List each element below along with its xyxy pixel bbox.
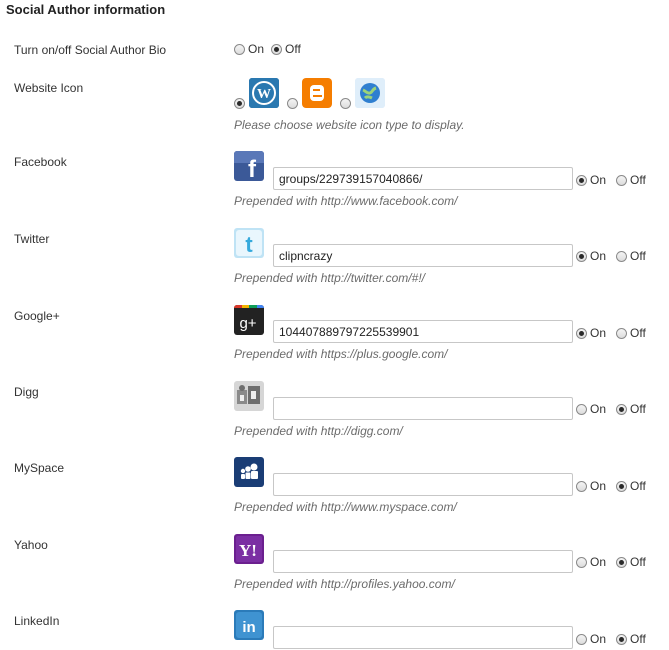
bio-on-radio[interactable] [234, 43, 245, 55]
facebook-on-option[interactable]: On [576, 173, 606, 187]
digg-off-option[interactable]: Off [616, 402, 646, 416]
facebook-on-label: On [590, 173, 607, 187]
myspace-hint: Prepended with http://www.myspace.com/ [234, 500, 457, 514]
twitter-on-radio[interactable] [576, 250, 587, 262]
twitter-label: Twitter [14, 232, 50, 246]
bio-off-label: Off [285, 42, 301, 56]
twitter-field[interactable] [273, 244, 573, 267]
google-plus-hint: Prepended with https://plus.google.com/ [234, 347, 448, 361]
google-plus-on-option[interactable]: On [576, 326, 606, 340]
facebook-on-radio[interactable] [576, 174, 587, 186]
bio-on-option[interactable]: On [234, 42, 264, 56]
svg-text:in: in [242, 619, 255, 636]
yahoo-off-option[interactable]: Off [616, 555, 646, 569]
yahoo-on-label: On [590, 555, 607, 569]
bio-off-option[interactable]: Off [271, 42, 301, 56]
myspace-on-option[interactable]: On [576, 479, 606, 493]
svg-text:f: f [248, 156, 257, 181]
digg-on-option[interactable]: On [576, 402, 606, 416]
facebook-hint: Prepended with http://www.facebook.com/ [234, 194, 458, 208]
facebook-off-label: Off [630, 173, 646, 187]
google-plus-field[interactable] [273, 320, 573, 343]
twitter-off-radio[interactable] [616, 250, 627, 262]
linkedin-on-radio[interactable] [576, 633, 587, 645]
linkedin-label: LinkedIn [14, 614, 60, 628]
website-icon-label: Website Icon [14, 81, 84, 95]
myspace-label: MySpace [14, 461, 65, 475]
google-plus-on-label: On [590, 326, 607, 340]
facebook-icon: f [234, 151, 264, 181]
website-icon-radio-globe[interactable] [340, 98, 351, 109]
twitter-off-option[interactable]: Off [616, 249, 646, 263]
facebook-off-radio[interactable] [616, 174, 627, 186]
myspace-field[interactable] [273, 473, 573, 496]
wordpress-icon[interactable]: W [249, 78, 279, 108]
facebook-field[interactable] [273, 167, 573, 190]
website-icon-radio-wordpress[interactable] [234, 98, 245, 109]
website-icon-radio-blogger[interactable] [287, 98, 298, 109]
linkedin-on-option[interactable]: On [576, 632, 606, 646]
google-plus-on-radio[interactable] [576, 327, 587, 339]
google-plus-off-option[interactable]: Off [616, 326, 646, 340]
twitter-hint: Prepended with http://twitter.com/#!/ [234, 271, 425, 285]
twitter-off-label: Off [630, 249, 646, 263]
digg-field[interactable] [273, 397, 573, 420]
yahoo-on-option[interactable]: On [576, 555, 606, 569]
yahoo-hint: Prepended with http://profiles.yahoo.com… [234, 577, 455, 591]
myspace-off-label: Off [630, 479, 646, 493]
google-plus-icon: g+ [234, 305, 264, 335]
google-plus-off-radio[interactable] [616, 327, 627, 339]
bio-on-label: On [248, 42, 265, 56]
yahoo-on-radio[interactable] [576, 556, 587, 568]
linkedin-field[interactable] [273, 626, 573, 649]
twitter-icon: t [234, 228, 264, 258]
myspace-off-option[interactable]: Off [616, 479, 646, 493]
svg-text:g+: g+ [239, 315, 256, 332]
linkedin-on-label: On [590, 632, 607, 646]
yahoo-field[interactable] [273, 550, 573, 573]
facebook-label: Facebook [14, 155, 67, 169]
linkedin-off-label: Off [630, 632, 646, 646]
yahoo-off-radio[interactable] [616, 556, 627, 568]
bio-toggle-label: Turn on/off Social Author Bio [14, 43, 167, 57]
myspace-on-radio[interactable] [576, 480, 587, 492]
myspace-on-label: On [590, 479, 607, 493]
yahoo-label: Yahoo [14, 538, 48, 552]
facebook-off-option[interactable]: Off [616, 173, 646, 187]
digg-label: Digg [14, 385, 39, 399]
globe-icon[interactable] [355, 78, 385, 108]
digg-icon [234, 381, 264, 411]
myspace-off-radio[interactable] [616, 480, 627, 492]
digg-off-radio[interactable] [616, 403, 627, 415]
svg-text:Y!: Y! [239, 541, 257, 560]
section-title: Social Author information [6, 2, 166, 17]
svg-text:t: t [245, 232, 253, 257]
website-icon-hint: Please choose website icon type to displ… [234, 118, 465, 132]
google-plus-off-label: Off [630, 326, 646, 340]
digg-on-label: On [590, 402, 607, 416]
blogger-icon[interactable] [302, 78, 332, 108]
svg-text:W: W [257, 87, 271, 102]
linkedin-off-option[interactable]: Off [616, 632, 646, 646]
digg-off-label: Off [630, 402, 646, 416]
twitter-on-option[interactable]: On [576, 249, 606, 263]
linkedin-icon: in [234, 610, 264, 640]
twitter-on-label: On [590, 249, 607, 263]
myspace-icon [234, 457, 264, 487]
google-plus-label: Google+ [14, 309, 60, 323]
linkedin-off-radio[interactable] [616, 633, 627, 645]
bio-off-radio[interactable] [271, 43, 282, 55]
yahoo-icon: Y! [234, 534, 264, 564]
yahoo-off-label: Off [630, 555, 646, 569]
digg-on-radio[interactable] [576, 403, 587, 415]
digg-hint: Prepended with http://digg.com/ [234, 424, 403, 438]
